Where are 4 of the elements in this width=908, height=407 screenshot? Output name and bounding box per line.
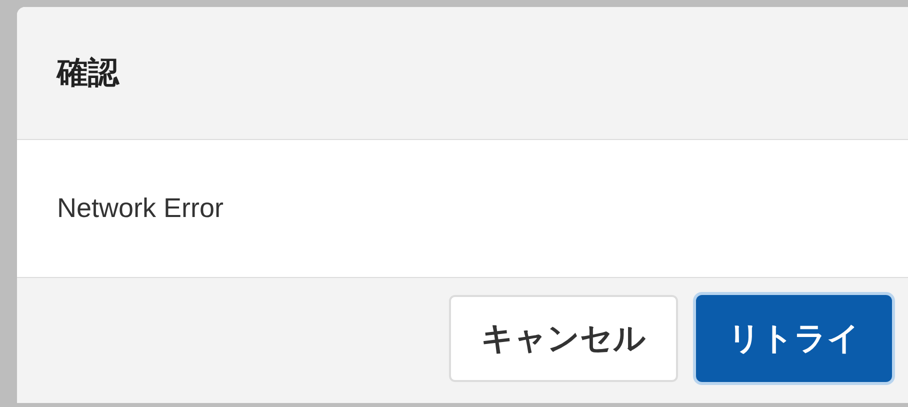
cancel-button[interactable]: キャンセル (449, 295, 678, 382)
dialog-title: 確認 (57, 54, 119, 93)
retry-button[interactable]: リトライ (696, 295, 892, 382)
error-message: Network Error (57, 193, 224, 224)
